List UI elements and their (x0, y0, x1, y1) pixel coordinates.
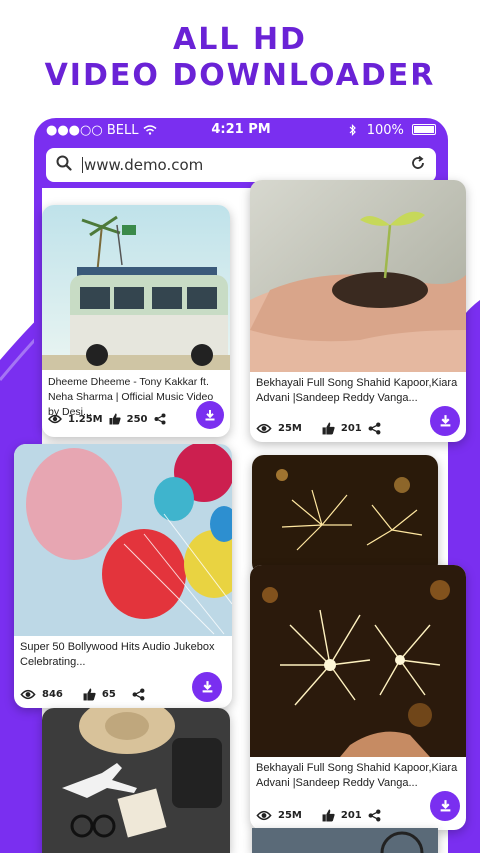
thumbs-up-icon[interactable] (322, 809, 335, 822)
eye-icon (20, 689, 36, 700)
views-count: 846 (42, 689, 63, 700)
video-title: Super 50 Bollywood Hits Audio Jukebox Ce… (20, 641, 215, 668)
share-icon[interactable] (132, 688, 145, 701)
eye-icon (256, 810, 272, 821)
eye-icon (256, 423, 272, 434)
video-card-4[interactable]: Bekhayali Full Song Shahid Kapoor,Kiara … (250, 565, 466, 830)
video-thumbnail (250, 180, 466, 372)
download-button[interactable] (192, 672, 222, 702)
video-thumbnail (42, 708, 230, 853)
battery-percent: 100% (366, 123, 404, 138)
views-count: 25M (278, 810, 302, 821)
bluetooth-icon (349, 123, 361, 138)
video-title: Bekhayali Full Song Shahid Kapoor,Kiara … (256, 377, 458, 404)
download-icon (204, 406, 216, 425)
address-bar[interactable]: www.demo.com (46, 148, 436, 182)
views-count: 1.25M (68, 413, 103, 425)
video-card-1[interactable]: Dheeme Dheeme - Tony Kakkar ft. Neha Sha… (42, 205, 230, 437)
refresh-icon[interactable] (410, 155, 426, 175)
thumbs-up-icon[interactable] (109, 413, 121, 425)
share-icon[interactable] (368, 422, 381, 435)
status-bar: ●●●○○ BELL 4:21 PM 100% (34, 118, 448, 144)
headline-line1: ALL HD (173, 22, 307, 57)
video-title: Bekhayali Full Song Shahid Kapoor,Kiara … (256, 762, 458, 789)
url-input[interactable]: www.demo.com (82, 156, 410, 174)
search-icon (56, 155, 72, 175)
download-button[interactable] (196, 401, 224, 429)
video-card-5[interactable] (42, 708, 230, 853)
likes-count: 201 (340, 810, 362, 821)
video-thumbnail (250, 565, 466, 757)
download-icon (439, 412, 452, 431)
video-stats: 846 65 (20, 688, 145, 701)
video-thumbnail (14, 444, 232, 636)
video-card-partial[interactable] (252, 455, 438, 575)
video-card-2[interactable]: Bekhayali Full Song Shahid Kapoor,Kiara … (250, 180, 466, 442)
eye-icon (48, 414, 62, 424)
video-thumbnail (42, 205, 230, 370)
thumbs-up-icon[interactable] (322, 422, 335, 435)
download-button[interactable] (430, 406, 460, 436)
video-thumbnail (252, 828, 438, 853)
video-card-partial-bottom[interactable] (252, 828, 438, 853)
download-icon (439, 797, 452, 816)
likes-count: 250 (126, 413, 148, 425)
video-stats: 25M 201 (256, 422, 381, 435)
video-stats: 25M 201 (256, 809, 381, 822)
video-stats: 1.25M 250 (48, 413, 166, 425)
likes-count: 65 (101, 689, 116, 700)
video-card-3[interactable]: Super 50 Bollywood Hits Audio Jukebox Ce… (14, 444, 232, 708)
battery-area: 100% (349, 123, 436, 138)
views-count: 25M (278, 423, 302, 434)
thumbs-up-icon[interactable] (83, 688, 96, 701)
video-thumbnail (252, 455, 438, 575)
likes-count: 201 (340, 423, 362, 434)
download-button[interactable] (430, 791, 460, 821)
battery-icon (412, 124, 436, 135)
share-icon[interactable] (154, 413, 166, 425)
download-icon (201, 678, 214, 697)
share-icon[interactable] (368, 809, 381, 822)
headline-line2: VIDEO DOWNLOADER (44, 58, 436, 93)
